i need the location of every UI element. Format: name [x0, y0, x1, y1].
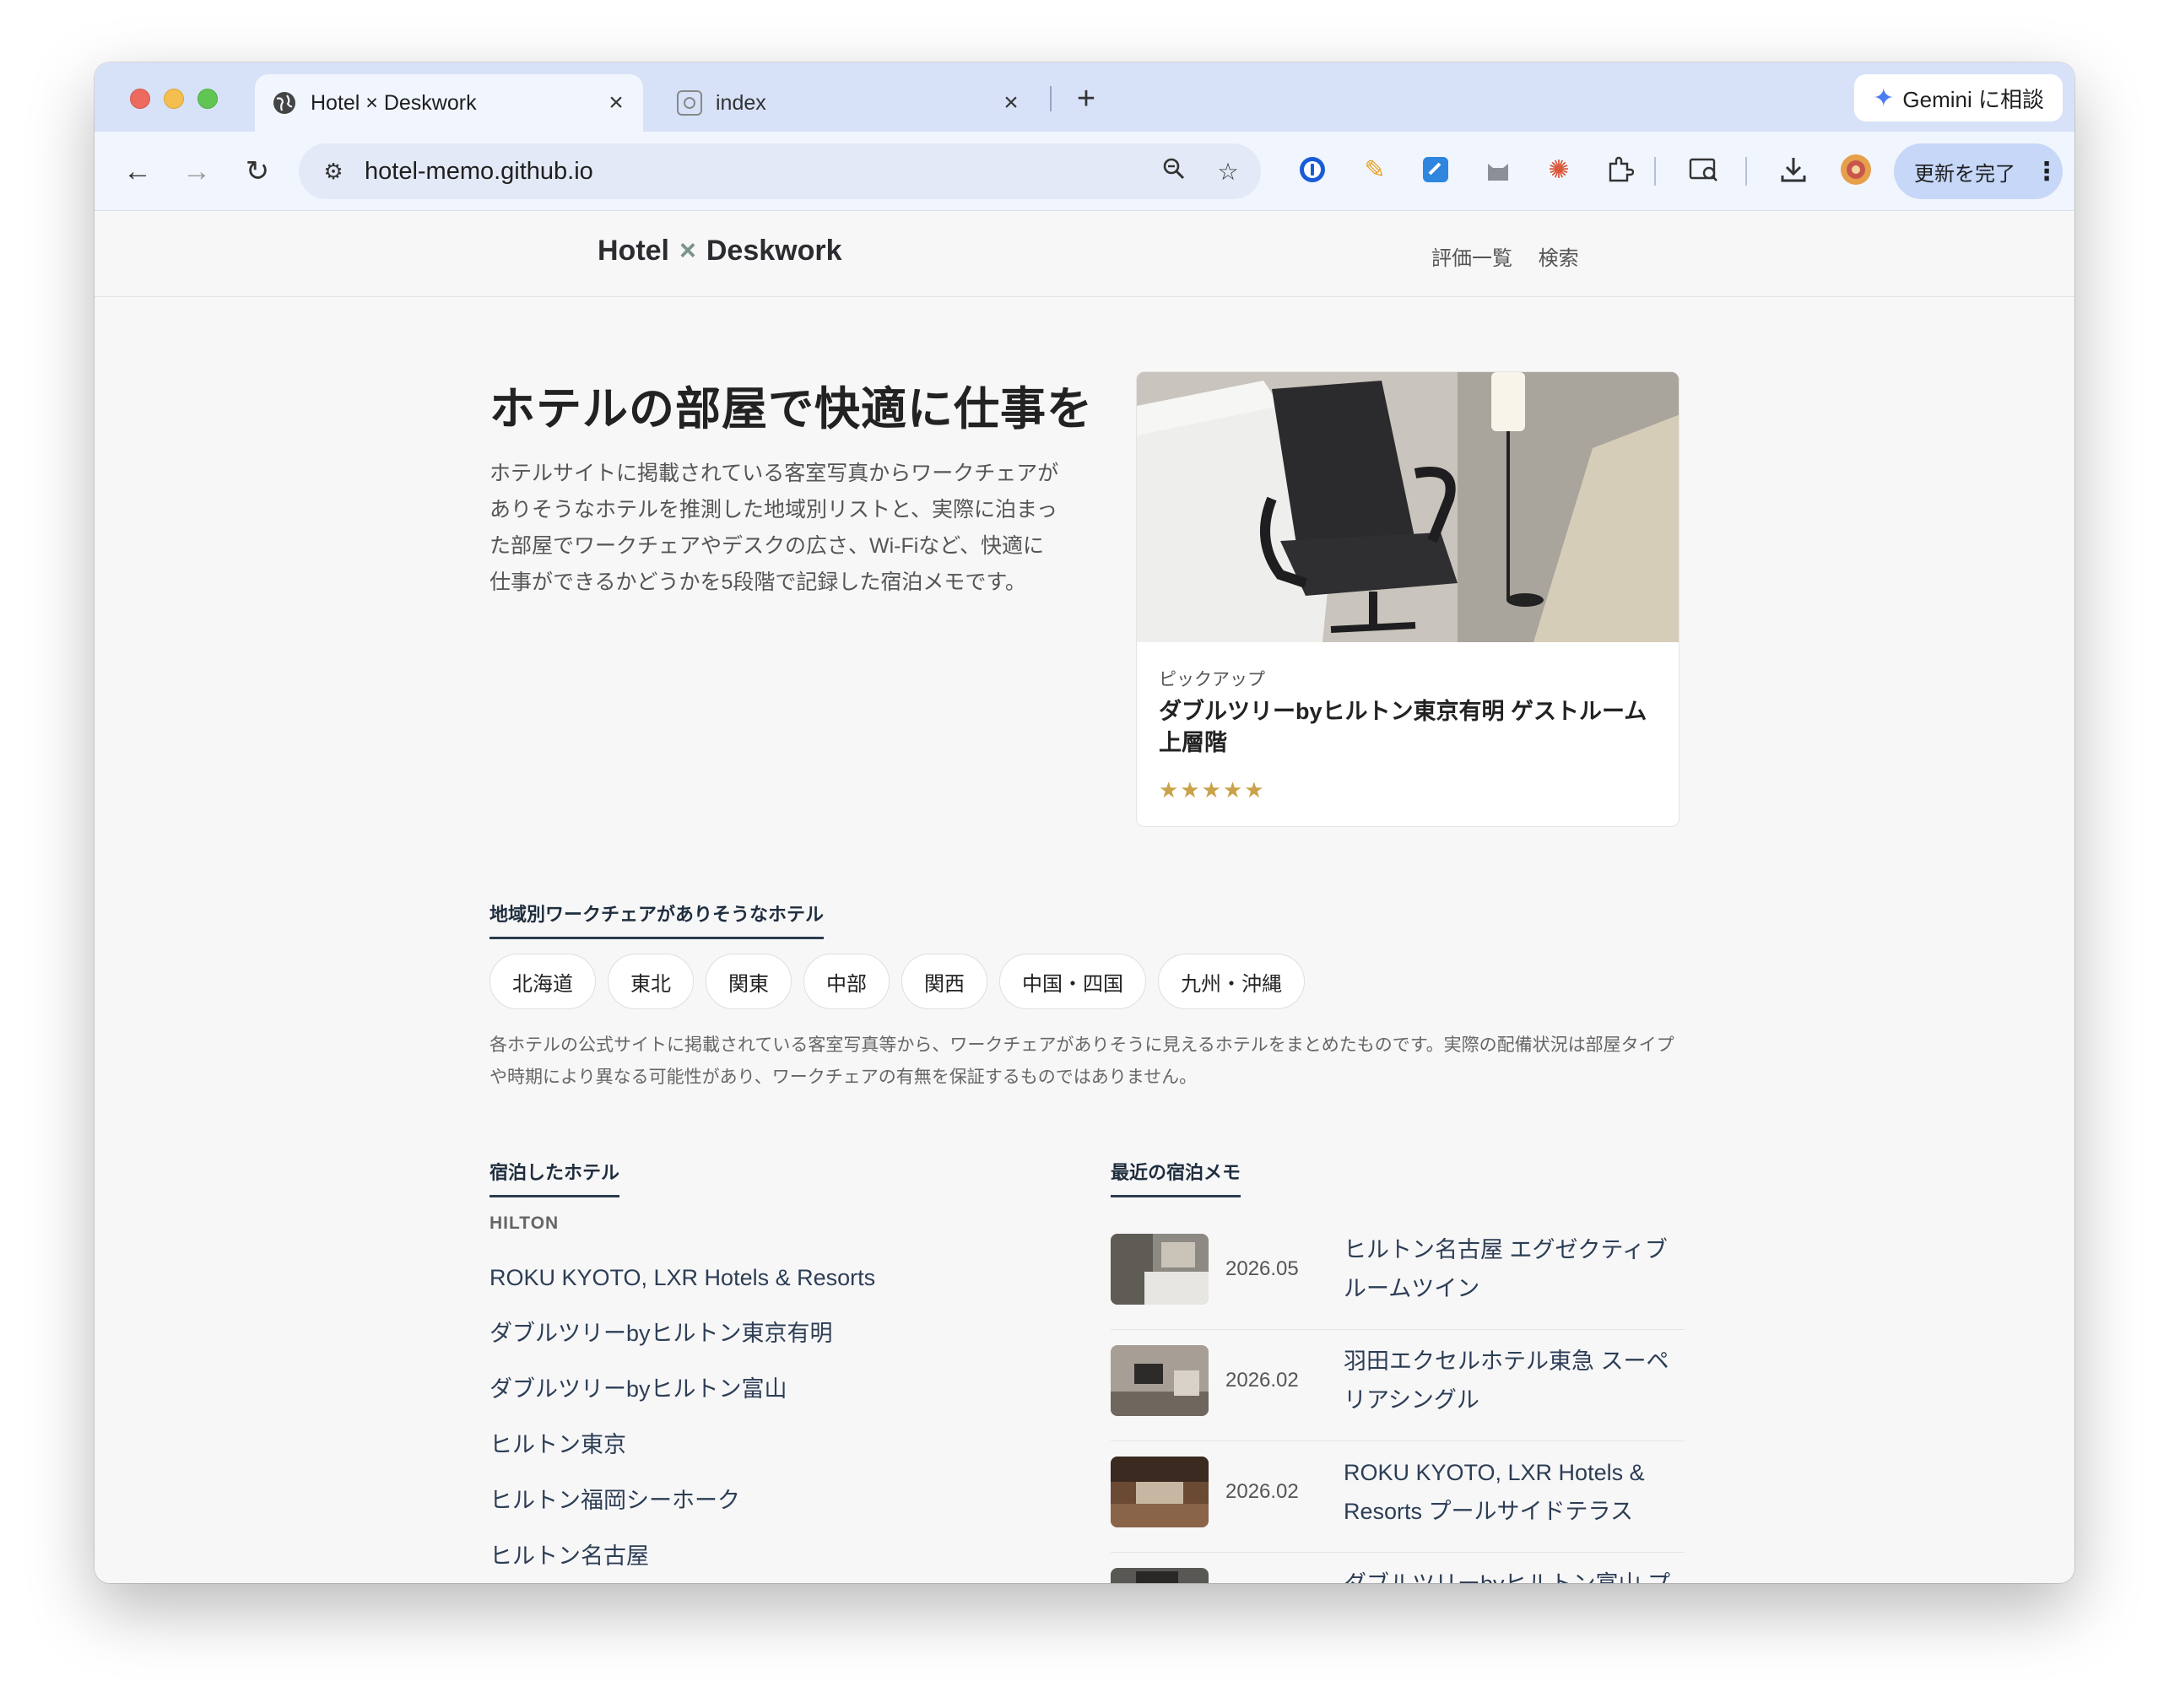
memo-item[interactable]: 2026.05 ヒルトン名古屋 エグゼクティブルームツイン — [1111, 1219, 1685, 1330]
browser-window: Hotel × Deskwork × index × + ✦ Gemini に相… — [95, 62, 2074, 1583]
hotel-link[interactable]: ヒルトン福岡シーホーク — [490, 1484, 875, 1539]
tab-bar: Hotel × Deskwork × index × + ✦ Gemini に相… — [95, 62, 2074, 132]
logo-deskwork: Deskwork — [706, 235, 842, 267]
tab-hotel-deskwork[interactable]: Hotel × Deskwork × — [255, 74, 643, 132]
tab-separator — [1050, 86, 1052, 111]
regions-heading: 地域別ワークチェアがありそうなホテル — [490, 900, 825, 939]
memo-thumbnail — [1111, 1568, 1209, 1583]
back-arrow-icon[interactable]: ← — [116, 150, 159, 192]
pickup-label: ピックアップ — [1159, 670, 1265, 689]
region-chip-kyushu-okinawa[interactable]: 九州・沖縄 — [1158, 954, 1305, 1009]
update-label: 更新を完了 — [1914, 162, 2015, 186]
gemini-sparkle-icon: ✦ — [1873, 84, 1895, 112]
site-settings-icon[interactable]: ⚙ — [314, 159, 353, 185]
tab-title: Hotel × Deskwork — [311, 90, 477, 115]
zoom-icon[interactable] — [1153, 157, 1195, 186]
memo-title[interactable]: 羽田エクセルホテル東急 スーペリアシングル — [1344, 1342, 1681, 1419]
tab-index[interactable]: index × — [658, 74, 1038, 132]
pickup-photo — [1137, 372, 1679, 642]
blue-square-extension-icon[interactable] — [1416, 150, 1455, 189]
pickup-card[interactable]: ピックアップ ダブルツリーbyヒルトン東京有明 ゲストルーム上層階 ★★★★★ — [1136, 371, 1679, 827]
bookmark-star-icon[interactable]: ☆ — [1207, 158, 1249, 186]
region-chip-tohoku[interactable]: 東北 — [608, 954, 694, 1009]
reload-icon[interactable]: ↻ — [236, 150, 279, 192]
pickup-rating-stars: ★★★★★ — [1159, 777, 1266, 803]
tab-title: index — [716, 90, 766, 115]
toolbar-separator — [1745, 157, 1747, 186]
highlighter-icon[interactable]: ✎ — [1355, 150, 1394, 189]
extensions-icon[interactable] — [1600, 150, 1639, 189]
region-chip-kanto[interactable]: 関東 — [706, 954, 792, 1009]
password-manager-icon[interactable] — [1293, 150, 1332, 189]
memo-thumbnail — [1111, 1234, 1209, 1305]
region-chips: 北海道 東北 関東 中部 関西 中国・四国 九州・沖縄 — [490, 954, 1305, 1009]
memos-heading: 最近の宿泊メモ — [1111, 1158, 1241, 1197]
memo-list: 2026.05 ヒルトン名古屋 エグゼクティブルームツイン 2026.02 羽田… — [1111, 1219, 1685, 1583]
hotel-link[interactable]: ヒルトン名古屋 — [490, 1539, 875, 1583]
stayed-heading: 宿泊したホテル — [490, 1158, 620, 1197]
profile-avatar-icon[interactable] — [1836, 150, 1875, 189]
tab-search-icon[interactable] — [1685, 150, 1723, 189]
browser-toolbar: ← → ↻ ⚙ hotel-memo.github.io ☆ ✎ ✺ 更新を完了… — [95, 132, 2074, 211]
region-chip-hokkaido[interactable]: 北海道 — [490, 954, 596, 1009]
logo-hotel: Hotel — [598, 235, 669, 267]
new-tab-button[interactable]: + — [1065, 78, 1107, 120]
download-icon[interactable] — [1774, 150, 1813, 189]
site-nav: 評価一覧 検索 — [1431, 241, 1599, 271]
memo-thumbnail — [1111, 1345, 1209, 1416]
gemini-label: Gemini に相談 — [1902, 86, 2044, 112]
stayed-hotel-list: ROKU KYOTO, LXR Hotels & Resorts ダブルツリーb… — [490, 1261, 875, 1583]
hotel-link[interactable]: ROKU KYOTO, LXR Hotels & Resorts — [490, 1261, 875, 1316]
memo-item[interactable]: 2026.02 羽田エクセルホテル東急 スーペリアシングル — [1111, 1330, 1685, 1441]
minimize-window-button[interactable] — [164, 89, 184, 109]
nav-ratings-link[interactable]: 評価一覧 — [1431, 247, 1512, 270]
logo-x: × — [679, 235, 696, 267]
memo-date: 2026.05 — [1225, 1257, 1299, 1280]
close-tab-icon[interactable]: × — [994, 89, 1028, 117]
region-chip-chubu[interactable]: 中部 — [803, 954, 890, 1009]
hero-title: ホテルの部屋で快適に仕事を — [490, 384, 1093, 435]
forward-arrow-icon[interactable]: → — [176, 150, 218, 192]
brand-label: HILTON — [490, 1213, 560, 1233]
pickup-title[interactable]: ダブルツリーbyヒルトン東京有明 ゲストルーム上層階 — [1159, 696, 1665, 759]
menu-dots-icon[interactable]: ⋮ — [2034, 157, 2059, 186]
hotel-link[interactable]: ヒルトン東京 — [490, 1428, 875, 1484]
memo-title[interactable]: ROKU KYOTO, LXR Hotels & Resorts プールサイドテ… — [1344, 1453, 1681, 1531]
close-tab-icon[interactable]: × — [599, 89, 633, 117]
site-logo[interactable]: Hotel × Deskwork — [598, 235, 842, 268]
memo-title[interactable]: ヒルトン名古屋 エグゼクティブルームツイン — [1344, 1230, 1681, 1308]
region-chip-chugoku-shikoku[interactable]: 中国・四国 — [999, 954, 1146, 1009]
regions-note: 各ホテルの公式サイトに掲載されている客室写真等から、ワークチェアがありそうに見え… — [490, 1035, 1674, 1087]
memo-date: 2026.02 — [1225, 1480, 1299, 1503]
region-chip-kansai[interactable]: 関西 — [901, 954, 987, 1009]
memo-title[interactable]: ダブルツリーbyヒルトン富山 プレ — [1344, 1565, 1681, 1583]
nav-search-link[interactable]: 検索 — [1539, 247, 1579, 270]
zoom-window-button[interactable] — [197, 89, 218, 109]
hotel-link[interactable]: ダブルツリーbyヒルトン東京有明 — [490, 1316, 875, 1372]
memo-thumbnail — [1111, 1457, 1209, 1527]
page-favicon-icon — [677, 90, 702, 116]
memo-item[interactable]: 2026.02 ROKU KYOTO, LXR Hotels & Resorts… — [1111, 1441, 1685, 1553]
close-window-button[interactable] — [130, 89, 150, 109]
sunburst-extension-icon[interactable]: ✺ — [1539, 150, 1578, 189]
address-bar[interactable]: ⚙ hotel-memo.github.io ☆ — [299, 143, 1261, 199]
hero-description: ホテルサイトに掲載されている客室写真からワークチェアがありそうなホテルを推測した… — [490, 462, 1059, 594]
globe-icon — [272, 90, 297, 116]
hotel-link[interactable]: ダブルツリーbyヒルトン富山 — [490, 1372, 875, 1428]
memo-date: 2026.02 — [1225, 1369, 1299, 1392]
update-button[interactable]: 更新を完了 ⋮ — [1894, 143, 2063, 199]
gemini-button[interactable]: ✦ Gemini に相談 — [1854, 74, 2063, 122]
memo-item[interactable]: ダブルツリーbyヒルトン富山 プレ — [1111, 1553, 1685, 1583]
url-text[interactable]: hotel-memo.github.io — [365, 158, 1153, 186]
web-page: Hotel × Deskwork 評価一覧 検索 ホテルの部屋で快適に仕事を ホテル… — [95, 211, 2074, 1583]
site-header: Hotel × Deskwork 評価一覧 検索 — [95, 211, 2074, 297]
toolbar-separator — [1654, 157, 1656, 186]
cat-extension-icon[interactable] — [1479, 150, 1517, 189]
